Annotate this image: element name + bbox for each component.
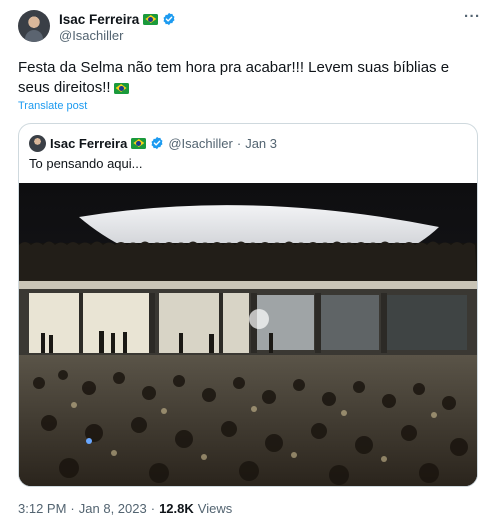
brazil-flag-icon (143, 13, 159, 25)
verified-badge-icon (163, 12, 175, 26)
night-crowd-congress-photo (19, 183, 477, 486)
separator-dot: · (70, 501, 75, 516)
quoted-post-date: Jan 3 (245, 135, 277, 151)
quoted-author-avatar (29, 134, 46, 152)
author-name[interactable]: Isac Ferreira (59, 12, 139, 27)
quoted-post-photo[interactable] (19, 183, 477, 486)
post-meta-footer: 3:12 PM · Jan 8, 2023 · 12.8K Views (18, 501, 232, 516)
separator-dot: · (150, 501, 156, 516)
verified-badge-icon (151, 136, 163, 150)
author-handle[interactable]: @Isachiller (59, 28, 124, 43)
quoted-post[interactable]: Isac Ferreira @Isachiller · Jan 3 To pen… (18, 123, 478, 487)
post-date[interactable]: Jan 8, 2023 (79, 501, 147, 516)
brazil-flag-icon (113, 82, 129, 94)
views-count: 12.8K (159, 501, 194, 516)
separator-dot: · (236, 135, 242, 151)
post-text-content: Festa da Selma não tem hora pra acabar!!… (18, 59, 450, 96)
post-text: Festa da Selma não tem hora pra acabar!!… (18, 58, 480, 98)
brazil-flag-icon (131, 137, 147, 149)
quoted-post-text: To pensando aqui... (29, 156, 143, 171)
author-line: Isac Ferreira (59, 11, 176, 27)
quoted-author-handle: @Isachiller (168, 135, 233, 151)
author-avatar[interactable] (18, 10, 50, 42)
translate-post-link[interactable]: Translate post (18, 100, 87, 112)
views-label: Views (197, 501, 233, 516)
more-options-icon[interactable]: ··· (464, 8, 481, 25)
post-card: Isac Ferreira @Isachiller ··· Festa da S… (0, 0, 498, 522)
post-time[interactable]: 3:12 PM (18, 501, 66, 516)
quoted-post-header: Isac Ferreira @Isachiller · Jan 3 (29, 134, 277, 152)
quoted-author-name: Isac Ferreira (50, 135, 128, 151)
